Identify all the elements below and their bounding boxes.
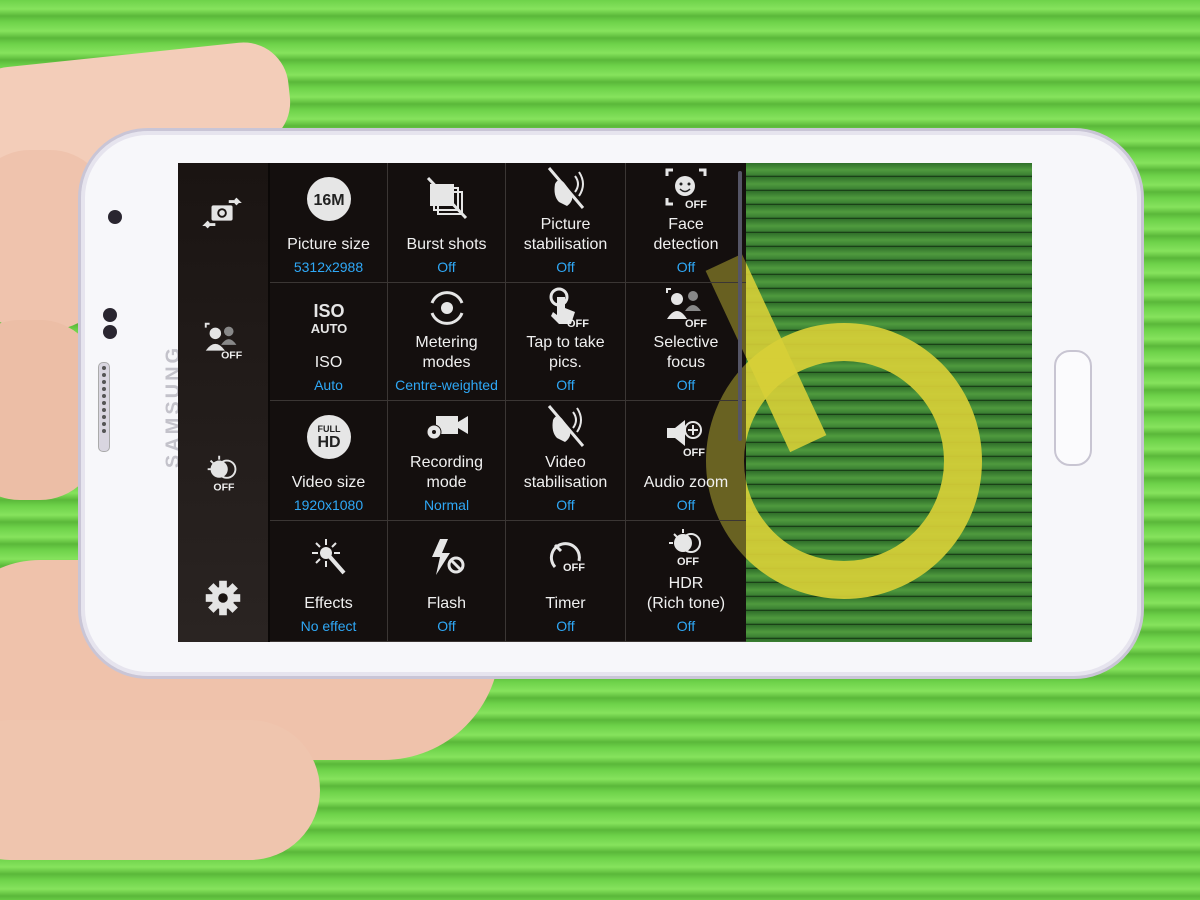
setting-label: Burst shots [406,236,487,253]
16m-icon: 16M [306,177,351,221]
setting-label: Audio zoom [643,474,729,491]
setting-label: Effects [304,595,353,612]
switch-camera-button[interactable] [178,183,268,243]
setting-value: Off [556,377,575,393]
svg-text:OFF: OFF [677,556,699,568]
setting-effects[interactable]: Effects No effect [270,521,388,642]
iso-auto-icon: ISOAUTO [310,301,347,336]
setting-value: Off [556,259,575,275]
svg-text:HD: HD [317,434,340,451]
setting-value: Off [556,497,575,513]
viewfinder-preview[interactable] [705,163,1032,642]
selective-focus-shortcut-button[interactable]: OFF [178,311,268,371]
setting-burst-shots[interactable]: Burst shots Off [388,163,506,283]
setting-label: Recording mode [410,454,483,491]
svg-text:OFF: OFF [213,481,235,493]
full-hd-icon: FULLHD [306,415,351,459]
setting-value: Normal [423,497,470,513]
hdr-shortcut-button[interactable]: OFF [178,443,268,503]
audio-zoom-off-icon: OFF [667,420,705,459]
setting-label: Tap to take pics. [526,334,605,371]
svg-text:OFF: OFF [563,562,585,574]
svg-text:OFF: OFF [567,318,589,330]
graffiti-ring [706,323,982,599]
selective-focus-off-icon: OFF [204,322,243,361]
setting-selective-focus[interactable]: OFF Selective focus Off [626,283,746,401]
hdr-off-icon: OFF [669,528,701,568]
svg-text:OFF: OFF [685,199,707,211]
camera-switch-icon [202,197,242,229]
camera-screen: OFF OFF 16M Picture size 5312x2988 Burst… [178,163,1032,642]
effects-icon [311,538,346,574]
sensor [103,325,117,339]
settings-grid: 16M Picture size 5312x2988 Burst shots O… [270,163,746,642]
front-camera [108,210,122,224]
setting-value: Auto [314,377,343,393]
setting-label: Video stabilisation [523,454,608,491]
settings-button[interactable] [178,568,268,628]
setting-value: Off [676,259,696,275]
setting-label: Picture size [287,236,370,253]
setting-label: Video size [291,474,366,491]
setting-flash[interactable]: Flash Off [388,521,506,642]
timer-off-icon: OFF [549,541,585,574]
svg-text:OFF: OFF [221,349,243,361]
setting-picture-stabilisation[interactable]: Picture stabilisation Off [506,163,626,283]
face-detection-off-icon: OFF [665,168,707,211]
setting-recording-mode[interactable]: Recording mode Normal [388,401,506,521]
selective-focus-off-icon: OFF [666,288,707,330]
finger [0,720,320,860]
metering-icon [430,291,463,325]
burst-off-icon [426,176,467,220]
svg-text:AUTO: AUTO [310,321,347,336]
sensor [103,308,117,322]
setting-face-detection[interactable]: OFF Face detection Off [626,163,746,283]
earpiece-speaker [98,362,110,452]
svg-text:ISO: ISO [313,301,344,321]
setting-value: No effect [300,618,357,634]
setting-video-stabilisation[interactable]: Video stabilisation Off [506,401,626,521]
recording-mode-icon [426,416,468,440]
svg-text:OFF: OFF [685,318,707,330]
setting-picture-size[interactable]: 16M Picture size 5312x2988 [270,163,388,283]
stabilisation-off-icon [547,167,584,209]
grid-scrollbar[interactable] [738,171,742,441]
setting-label: Timer [545,595,586,612]
setting-label: ISO [314,354,343,371]
setting-value: Off [556,618,575,634]
setting-value: 1920x1080 [293,497,364,513]
setting-label: HDR (Rich tone) [646,575,726,612]
svg-text:16M: 16M [313,192,344,209]
setting-hdr[interactable]: OFF HDR (Rich tone) Off [626,521,746,642]
camera-sidebar: OFF OFF [178,163,268,642]
setting-timer[interactable]: OFF Timer Off [506,521,626,642]
gear-icon [205,580,241,616]
setting-label: Selective focus [653,334,719,371]
setting-value: Centre-weighted [395,377,498,393]
setting-audio-zoom[interactable]: OFF Audio zoom Off [626,401,746,521]
svg-text:FULL: FULL [317,424,340,434]
video-stabilisation-off-icon [547,405,584,447]
setting-iso[interactable]: ISO AUTO ISO Auto [270,283,388,401]
hdr-off-icon: OFF [207,455,237,493]
setting-tap-to-take-pics[interactable]: OFF Tap to take pics. Off [506,283,626,401]
setting-value: Off [676,497,696,513]
setting-metering-modes[interactable]: Metering modes Centre-weighted [388,283,506,401]
setting-label: Face detection [653,216,719,253]
setting-label: Picture stabilisation [523,216,608,253]
home-button[interactable] [1054,350,1092,466]
setting-value: Off [676,377,696,393]
setting-value: Off [437,259,456,275]
tap-off-icon: OFF [549,287,589,330]
svg-text:OFF: OFF [683,447,705,459]
setting-video-size[interactable]: FULL HD Video size 1920x1080 [270,401,388,521]
setting-label: Flash [426,595,467,612]
setting-value: 5312x2988 [293,259,364,275]
setting-value: Off [676,618,696,634]
setting-label: Metering modes [415,334,478,371]
setting-value: Off [437,618,456,634]
flash-off-icon [431,538,464,575]
